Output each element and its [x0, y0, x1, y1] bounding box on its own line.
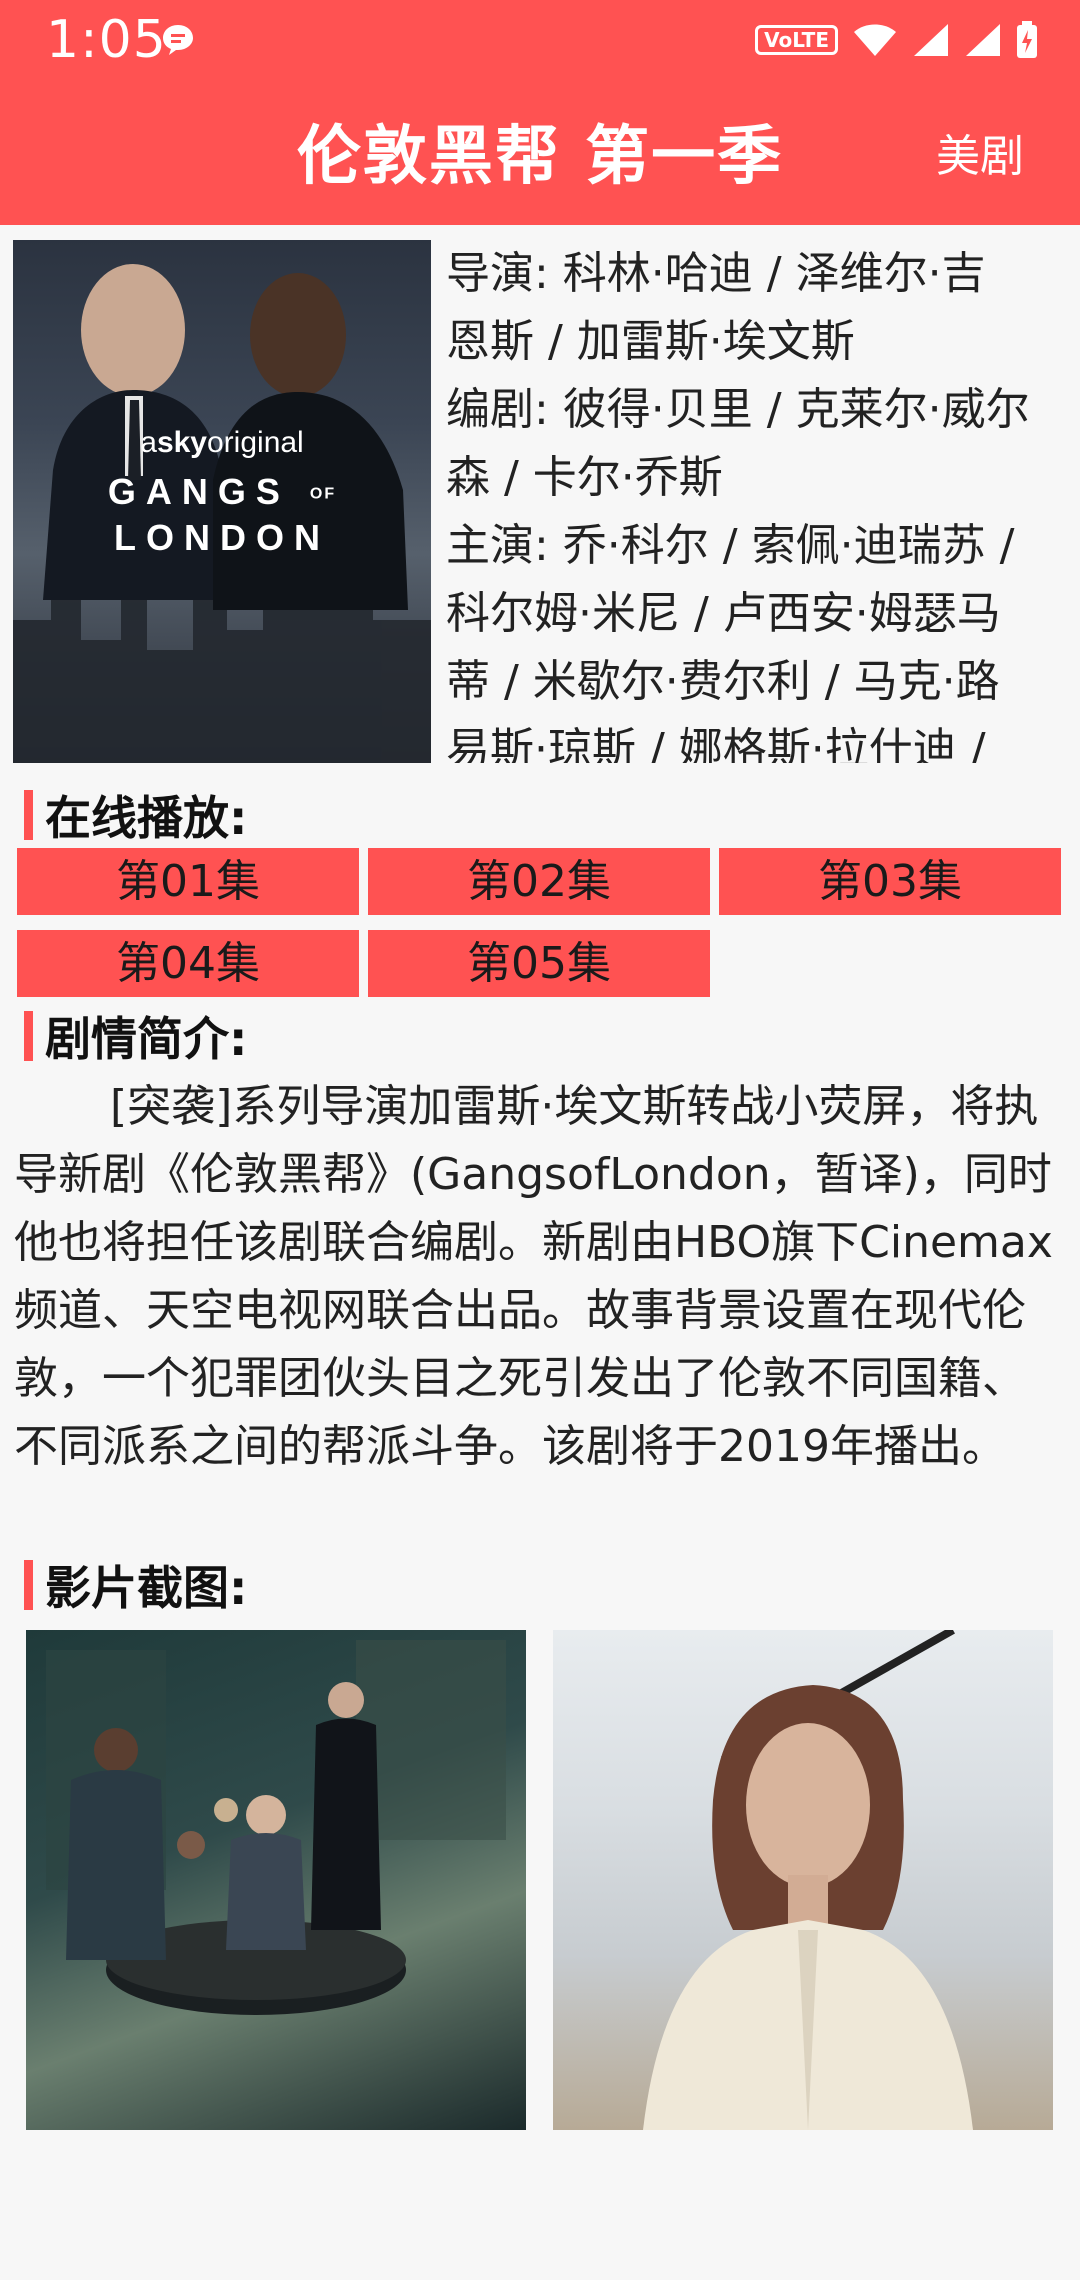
credits-line: 编剧: 彼得·贝里 / 克莱尔·威尔 — [446, 384, 1030, 435]
credits-line: 恩斯 / 加雷斯·埃文斯 — [446, 316, 855, 367]
episode-button-05[interactable]: 第05集 — [368, 930, 710, 997]
still-image-1[interactable] — [26, 1630, 526, 2130]
message-notification-icon — [163, 25, 193, 55]
synopsis-text: [突袭]系列导演加雷斯·埃文斯转战小荧屏，将执导新剧《伦敦黑帮》(Gangsof… — [14, 1081, 1053, 1472]
poster-title-of: OF — [309, 485, 337, 503]
poster-title-line2: LONDON — [114, 517, 330, 559]
poster-brand-prefix: a — [140, 426, 157, 459]
credits-line: 导演: 科林·哈迪 / 泽维尔·吉 — [446, 248, 986, 299]
top-bar: 1:05 VoLTE 伦敦黑帮 第一季 美剧 — [0, 0, 1080, 225]
section-accent-bar — [24, 790, 33, 840]
poster-title: GANGS OF LONDON — [13, 470, 431, 560]
episode-button-03[interactable]: 第03集 — [719, 848, 1061, 915]
credits-line: 森 / 卡尔·乔斯 — [446, 452, 723, 503]
credits-line: 蒂 / 米歇尔·费尔利 / 马克·路 — [446, 656, 1000, 707]
stills-title: 影片截图: — [45, 1561, 248, 1615]
credits-line: 主演: 乔·科尔 / 索佩·迪瑞苏 / — [446, 520, 1015, 571]
signal-icon — [914, 24, 948, 56]
online-play-header: 在线播放: — [24, 785, 247, 845]
online-play-title: 在线播放: — [45, 791, 248, 845]
episode-button-01[interactable]: 第01集 — [17, 848, 359, 915]
poster-image: askyoriginal GANGS OF LONDON — [13, 240, 431, 763]
episode-button-04[interactable]: 第04集 — [17, 930, 359, 997]
still-image-1-art — [46, 1640, 506, 2015]
signal-icon-2 — [966, 24, 1000, 56]
credits-line: 科尔姆·米尼 / 卢西安·姆瑟马 — [446, 588, 1001, 639]
battery-icon — [1017, 21, 1037, 58]
section-accent-bar — [24, 1560, 33, 1610]
poster-brand-name: sky — [156, 426, 207, 459]
synopsis-title: 剧情简介: — [45, 1012, 248, 1066]
section-accent-bar — [24, 1011, 33, 1061]
still-image-2-art — [643, 1630, 973, 2130]
episode-button-02[interactable]: 第02集 — [368, 848, 710, 915]
status-icons: VoLTE — [755, 20, 1038, 60]
credits-text: 导演: 科林·哈迪 / 泽维尔·吉 恩斯 / 加雷斯·埃文斯 编剧: 彼得·贝里… — [446, 240, 1066, 763]
category-button[interactable]: 美剧 — [936, 123, 1024, 191]
volte-badge: VoLTE — [755, 25, 838, 55]
poster-title-line1: GANGS — [107, 471, 290, 512]
still-image-2[interactable] — [553, 1630, 1053, 2130]
status-time: 1:05 — [46, 10, 167, 70]
stills-header: 影片截图: — [24, 1555, 247, 1615]
poster-brand: askyoriginal — [13, 426, 431, 460]
page-title: 伦敦黑帮 第一季 — [296, 120, 784, 194]
synopsis-header: 剧情简介: — [24, 1006, 247, 1066]
credits-line: 易斯·琼斯 / 娜格斯·拉什迪 / — [446, 724, 986, 763]
status-bar: 1:05 VoLTE — [0, 0, 1080, 80]
wifi-icon — [854, 24, 896, 56]
poster-brand-suffix: original — [207, 426, 304, 459]
